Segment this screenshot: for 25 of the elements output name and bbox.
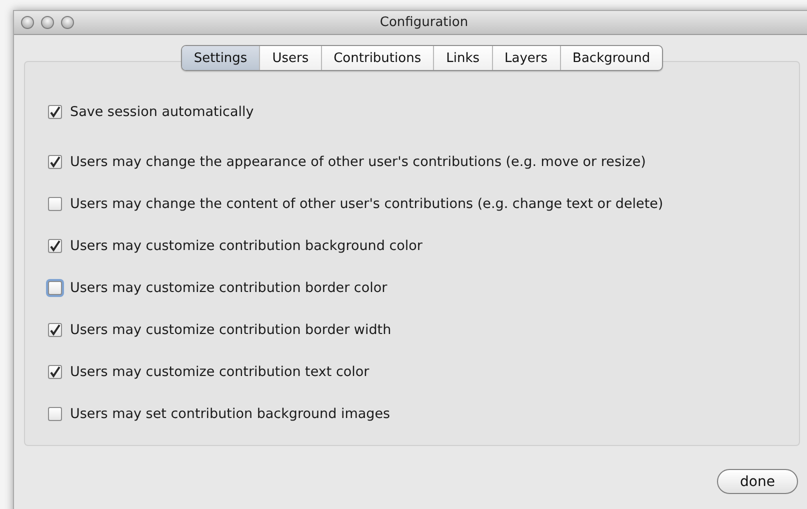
checkbox[interactable] bbox=[48, 239, 62, 253]
checkbox[interactable] bbox=[48, 407, 62, 421]
checkbox[interactable] bbox=[48, 365, 62, 379]
option-label: Users may change the content of other user's contributions (e.g. change text or delete) bbox=[70, 196, 664, 212]
zoom-button[interactable] bbox=[61, 16, 74, 29]
checkbox[interactable] bbox=[48, 323, 62, 337]
minimize-button[interactable] bbox=[41, 16, 54, 29]
tab[interactable]: Layers bbox=[492, 46, 560, 70]
option-label: Users may change the appearance of other user's contributions (e.g. move or resize) bbox=[70, 154, 646, 170]
window-title: Configuration bbox=[380, 15, 468, 30]
option-label: Users may customize contribution background color bbox=[70, 238, 422, 254]
done-button[interactable]: done bbox=[717, 469, 798, 494]
option-label: Users may customize contribution border width bbox=[70, 322, 392, 338]
tab[interactable]: Users bbox=[259, 46, 321, 70]
option-label: Save session automatically bbox=[70, 104, 254, 120]
option-label: Users may set contribution background images bbox=[70, 406, 390, 422]
checkbox[interactable] bbox=[48, 105, 62, 119]
checkbox[interactable] bbox=[48, 155, 62, 169]
option-label: Users may customize contribution text color bbox=[70, 364, 370, 380]
checkbox[interactable] bbox=[48, 197, 62, 211]
tab[interactable]: Contributions bbox=[320, 46, 434, 70]
close-button[interactable] bbox=[21, 16, 34, 29]
option-label: Users may customize contribution border color bbox=[70, 280, 388, 296]
tab[interactable]: Settings bbox=[182, 46, 260, 70]
tab[interactable]: Links bbox=[433, 46, 492, 70]
